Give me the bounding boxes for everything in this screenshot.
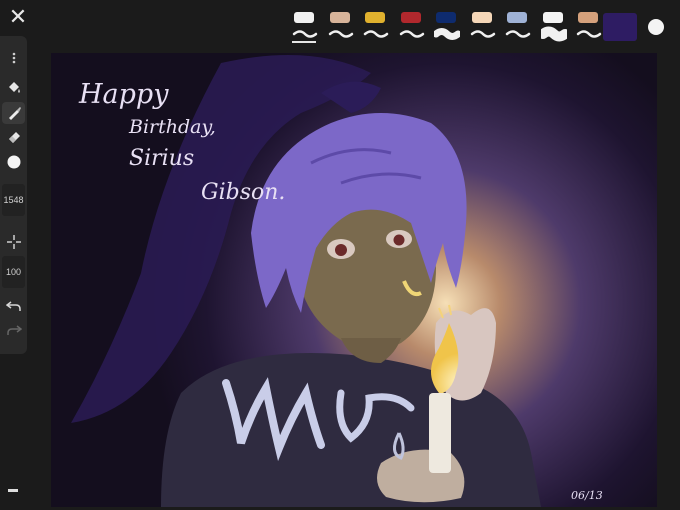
brush-cap	[471, 12, 492, 23]
greeting-line-1: Happy	[78, 79, 169, 110]
brush-preset-navy[interactable]	[434, 10, 460, 44]
brush-stroke-preview	[540, 26, 567, 42]
eraser-icon[interactable]	[2, 126, 25, 146]
brush-preset-white-thick[interactable]	[540, 10, 567, 44]
selected-underline	[292, 41, 316, 43]
greeting-line-4: Gibson.	[201, 180, 285, 205]
brush-cap	[294, 12, 314, 23]
brush-cap	[365, 12, 385, 23]
left-iris	[335, 244, 347, 256]
drawing-canvas[interactable]: Happy Birthday, Sirius Gibson. 06/13	[51, 53, 657, 507]
brush-preset-white-soft[interactable]	[292, 10, 318, 44]
brush-stroke-preview	[399, 30, 424, 38]
brush-stroke-preview	[328, 30, 353, 38]
crosshair-icon[interactable]	[2, 232, 25, 252]
greeting-line-3: Sirius	[129, 146, 194, 171]
redo-icon[interactable]	[2, 320, 25, 340]
paint-bucket-icon[interactable]	[2, 78, 25, 98]
brush-stroke-preview	[292, 30, 318, 38]
brush-stroke-preview	[505, 30, 531, 38]
minimize-icon[interactable]	[8, 489, 18, 492]
opacity-value[interactable]: 100	[2, 256, 25, 288]
brush-stroke-preview	[470, 30, 495, 38]
color-dot-icon[interactable]	[2, 152, 25, 172]
brush-cap	[507, 12, 527, 23]
top-bar: ✕	[0, 0, 680, 48]
brush-stroke-preview	[363, 30, 389, 38]
secondary-color-dot[interactable]	[648, 19, 664, 35]
brush-icon[interactable]	[2, 102, 25, 124]
brush-preset-tan[interactable]	[576, 10, 602, 44]
brush-preset-yellow[interactable]	[363, 10, 389, 44]
date-signature: 06/13	[571, 489, 603, 502]
brush-cap	[400, 12, 421, 23]
current-color-swatch[interactable]	[603, 13, 637, 41]
undo-icon[interactable]	[2, 296, 25, 316]
greeting-line-2: Birthday,	[128, 116, 216, 138]
brush-cap	[578, 12, 598, 23]
candle	[429, 393, 451, 473]
brush-preset-red[interactable]	[399, 10, 425, 44]
close-icon[interactable]: ✕	[8, 6, 28, 28]
brush-cap	[436, 12, 456, 23]
brush-preset-light-blue[interactable]	[505, 10, 531, 44]
brush-preset-beige[interactable]	[328, 10, 354, 44]
brush-cap	[542, 12, 563, 23]
right-iris	[393, 234, 405, 246]
brush-stroke-preview	[576, 30, 602, 38]
brush-size-value[interactable]: 1548	[2, 184, 25, 216]
brush-preset-peach[interactable]	[470, 10, 496, 44]
more-dots-icon[interactable]	[2, 50, 25, 66]
brush-stroke-preview	[434, 28, 460, 40]
left-toolbar: 1548 100	[0, 36, 27, 354]
brush-cap	[329, 12, 350, 23]
